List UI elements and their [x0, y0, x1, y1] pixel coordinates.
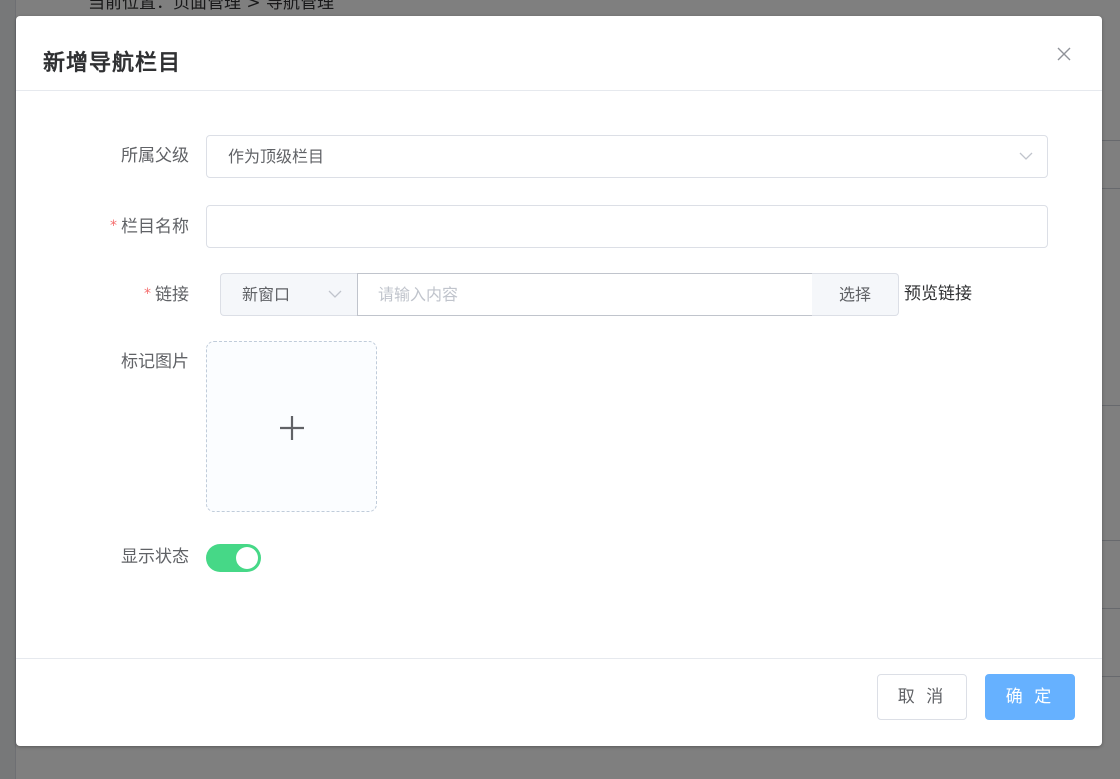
add-nav-dialog: 新增导航栏目 所属父级 作为顶级栏目 * 栏目名称 * 链接 新窗口 请输入内容…	[16, 16, 1102, 746]
close-icon	[1057, 47, 1071, 61]
form-row-parent: 所属父级 作为顶级栏目	[16, 135, 1102, 178]
parent-select[interactable]: 作为顶级栏目	[206, 135, 1048, 178]
select-link-button[interactable]: 选择	[812, 273, 899, 316]
parent-select-value: 作为顶级栏目	[228, 147, 325, 166]
required-mark: *	[110, 218, 117, 234]
dialog-title: 新增导航栏目	[43, 51, 182, 76]
image-label: 标记图片	[121, 352, 189, 372]
link-label: * 链接	[144, 285, 189, 305]
dialog-header: 新增导航栏目	[16, 16, 1102, 91]
dialog-footer: 取 消 确 定	[16, 658, 1102, 746]
form-row-name: * 栏目名称	[16, 205, 1102, 248]
toggle-knob	[236, 547, 258, 569]
link-target-select[interactable]: 新窗口	[220, 273, 358, 316]
name-input[interactable]	[206, 205, 1048, 248]
preview-link[interactable]: 预览链接	[904, 273, 972, 316]
status-label: 显示状态	[121, 547, 189, 567]
status-toggle[interactable]	[206, 544, 261, 572]
form-row-link: *链接 新窗口 选择 预览链接	[16, 273, 1102, 316]
link-input[interactable]	[357, 273, 813, 316]
form-row-status: 显示状态	[16, 536, 1102, 579]
cancel-button[interactable]: 取 消	[877, 674, 967, 720]
image-uploader[interactable]	[206, 341, 377, 512]
name-label: * 栏目名称	[110, 217, 189, 237]
link-target-value: 新窗口	[242, 285, 291, 304]
close-button[interactable]	[1056, 46, 1072, 62]
chevron-down-icon	[328, 290, 342, 298]
parent-label: 所属父级	[121, 146, 189, 166]
confirm-button[interactable]: 确 定	[985, 674, 1075, 720]
form-row-image: 标记图片	[16, 341, 1102, 512]
plus-icon	[280, 416, 304, 440]
chevron-down-icon	[1019, 152, 1033, 160]
required-mark: *	[144, 286, 151, 302]
